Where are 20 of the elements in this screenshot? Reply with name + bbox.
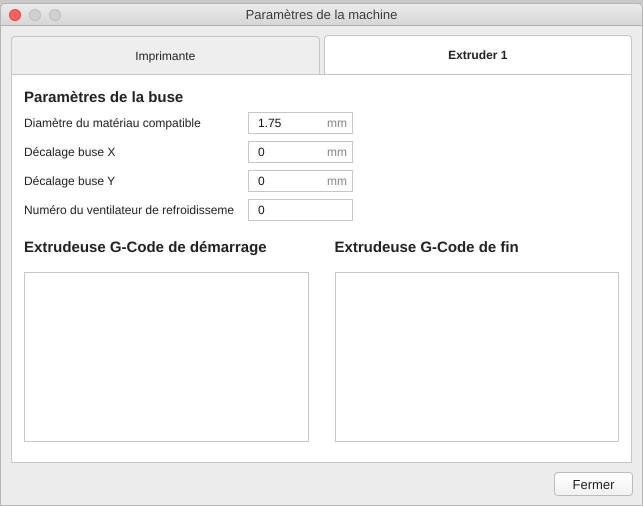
input-field[interactable]: 0 mm (248, 170, 353, 192)
section-heading: Paramètres de la buse (24, 89, 184, 106)
close-icon[interactable] (9, 9, 21, 21)
close-button[interactable]: Fermer (554, 472, 633, 496)
input-field[interactable]: 0 (248, 199, 353, 222)
gcode-text-area[interactable] (334, 272, 619, 442)
minimize-icon[interactable] (29, 9, 41, 21)
field-label: Décalage buse X (24, 145, 116, 160)
field-label: Décalage buse Y (24, 174, 116, 188)
tab[interactable]: Imprimante (11, 36, 320, 74)
input-field[interactable]: 1.75 mm (248, 112, 353, 134)
window-title: Paramètres de la machine (246, 7, 398, 22)
zoom-icon[interactable] (49, 9, 61, 21)
section-heading: Extrudeuse G-Code de fin (334, 239, 520, 256)
field-label: Diamètre du matériau compatible (24, 116, 202, 130)
input-field[interactable]: 0 mm (248, 141, 353, 164)
tab[interactable]: Extruder 1 (324, 35, 632, 74)
field-label: Numéro du ventilateur de refroidisseme (24, 203, 236, 218)
section-heading: Extrudeuse G-Code de démarrage (24, 239, 268, 256)
gcode-text-area[interactable] (24, 272, 308, 442)
